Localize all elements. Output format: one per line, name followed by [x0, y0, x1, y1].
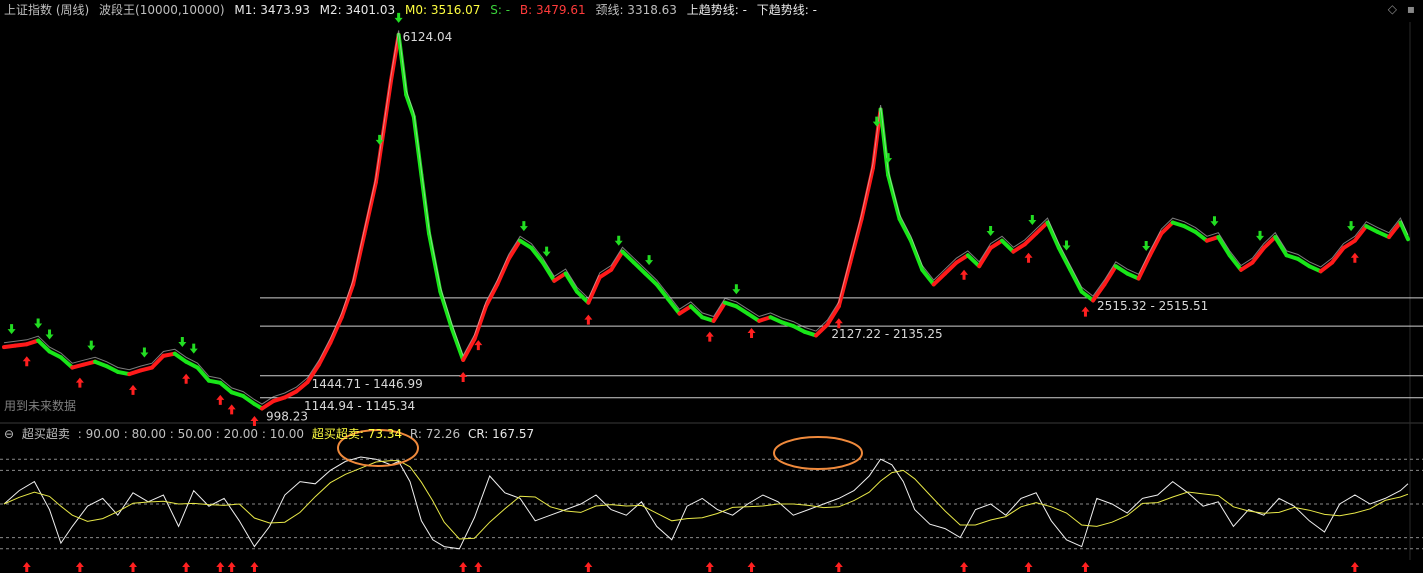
chart-title[interactable]: 上证指数 (周线): [4, 3, 89, 17]
uptrend-value: 上趋势线: -: [686, 3, 747, 17]
future-data-note: 用到未来数据: [4, 399, 77, 413]
oscillator-header: ⊖ 超买超卖 : 90.00 : 80.00 : 50.00 : 20.00 :…: [4, 426, 538, 442]
oscillator-levels: : 90.00 : 80.00 : 50.00 : 20.00 : 10.00: [77, 427, 305, 441]
price-annotation: 1444.71 - 1446.99: [312, 377, 423, 391]
diamond-icon[interactable]: ◇: [1388, 2, 1397, 16]
corner-controls: ◇ ▪: [1382, 2, 1415, 16]
menu-icon[interactable]: ▪: [1407, 2, 1415, 16]
price-annotation: 6124.04: [403, 30, 453, 44]
main-chart: 6124.04 998.231144.94 - 1145.34 1444.71 - …: [0, 0, 1423, 573]
indicator-name[interactable]: 波段王(10000,10000): [99, 3, 225, 17]
oscillator-name[interactable]: 超买超卖: [22, 427, 70, 441]
chart-background: [0, 0, 1423, 573]
oscillator-cr: CR: 167.57: [467, 427, 535, 441]
price-annotation: 1144.94 - 1145.34: [304, 399, 415, 413]
price-annotation: 2515.32 - 2515.51: [1097, 299, 1208, 313]
downtrend-value: 下趋势线: -: [756, 3, 817, 17]
oscillator-value: 超买超卖: 73.34: [311, 427, 403, 441]
m2-value: M2: 3401.03: [319, 3, 396, 17]
price-annotation: 2127.22 - 2135.25: [831, 327, 942, 341]
neckline-value: 颈线: 3318.63: [595, 3, 677, 17]
collapse-icon[interactable]: ⊖: [4, 427, 14, 441]
main-header: 上证指数 (周线) 波段王(10000,10000) M1: 3473.93 M…: [4, 2, 823, 18]
oscillator-r: R: 72.26: [409, 427, 461, 441]
m0-value: M0: 3516.07: [404, 3, 481, 17]
s-value: S: -: [490, 3, 511, 17]
b-value: B: 3479.61: [519, 3, 586, 17]
price-annotation: 998.23: [266, 409, 308, 423]
m1-value: M1: 3473.93: [234, 3, 310, 17]
